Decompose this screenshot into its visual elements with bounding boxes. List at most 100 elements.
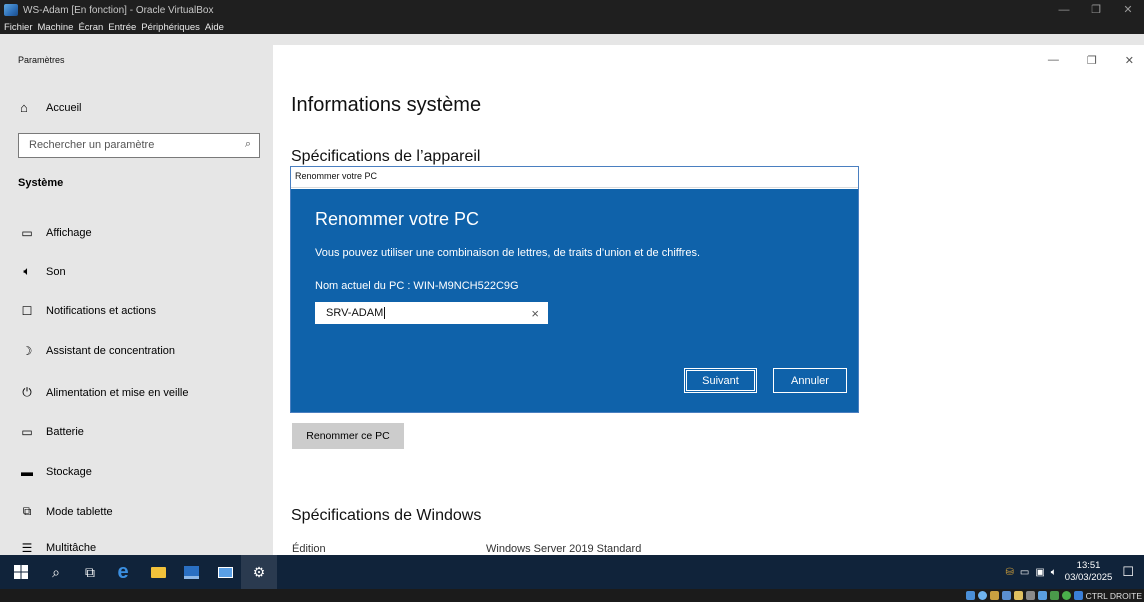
sidebar-item-affichage[interactable]: ▭ Affichage bbox=[20, 226, 92, 240]
rename-pc-button[interactable]: Renommer ce PC bbox=[292, 423, 404, 449]
volume-muted-icon[interactable]: 🔈︎ bbox=[1051, 567, 1057, 578]
mouse-integration-icon[interactable] bbox=[1073, 591, 1083, 600]
settings-window-title: Paramètres bbox=[18, 55, 65, 65]
sidebar-item-tablette[interactable]: ⧉ Mode tablette bbox=[20, 504, 113, 519]
sidebar-item-label: Stockage bbox=[46, 466, 92, 478]
menu-aide[interactable]: Aide bbox=[205, 22, 224, 33]
sidebar-item-multitache[interactable]: ☰ Multitâche bbox=[20, 541, 97, 555]
menu-peripheriques[interactable]: Périphériques bbox=[141, 22, 200, 33]
sidebar-item-label: Notifications et actions bbox=[46, 305, 157, 317]
sidebar-item-label: Son bbox=[46, 265, 66, 278]
dialog-title-bar: Renommer votre PC bbox=[291, 167, 858, 188]
new-pc-name-value: SRV-ADAM bbox=[326, 307, 384, 319]
battery-icon: ▭ bbox=[21, 425, 33, 439]
sidebar-item-son[interactable]: 🔈︎ Son bbox=[20, 264, 66, 279]
tablet-icon: ⧉ bbox=[22, 504, 32, 518]
menu-entree[interactable]: Entrée bbox=[108, 22, 136, 33]
keyboard-icon[interactable]: ▭ bbox=[1020, 567, 1029, 578]
new-pc-name-input[interactable]: SRV-ADAM × bbox=[315, 302, 548, 324]
vbox-window-controls: — ❐ ✕ bbox=[1048, 0, 1144, 20]
start-button[interactable] bbox=[5, 555, 37, 589]
home-icon: ⌂ bbox=[20, 100, 28, 115]
sidebar-item-label: Assistant de concentration bbox=[46, 345, 176, 357]
vbox-menu-bar: Fichier Machine Écran Entrée Périphériqu… bbox=[0, 20, 1144, 34]
hard-disk-icon[interactable] bbox=[965, 591, 975, 600]
network-icon[interactable]: ▣ bbox=[1035, 567, 1044, 578]
action-center-icon[interactable]: ☐ bbox=[1122, 564, 1134, 580]
taskbar: ⌕ ⧉ e ⚙ ⛁ ▭ ▣ 🔈︎ 13:51 03/03/2025 ☐ bbox=[0, 555, 1144, 589]
nav-home[interactable]: ⌂ Accueil bbox=[20, 100, 81, 115]
edition-label: Édition bbox=[292, 543, 326, 555]
clock-time: 13:51 bbox=[1076, 560, 1101, 571]
powershell-icon[interactable] bbox=[209, 555, 241, 589]
windows-icon bbox=[14, 565, 28, 579]
server-manager-icon[interactable] bbox=[175, 555, 207, 589]
sidebar-item-stockage[interactable]: ▬ Stockage bbox=[20, 465, 92, 479]
usb-icon[interactable] bbox=[1013, 591, 1023, 600]
minimize-icon[interactable]: — bbox=[1048, 54, 1059, 67]
display-icon[interactable] bbox=[1037, 591, 1047, 600]
search-placeholder: Rechercher un paramètre bbox=[29, 139, 155, 151]
audio-icon[interactable] bbox=[989, 591, 999, 600]
sidebar-item-label: Multitâche bbox=[46, 542, 97, 554]
minimize-icon[interactable]: — bbox=[1048, 0, 1080, 20]
cpu-icon[interactable] bbox=[1061, 591, 1071, 600]
settings-gear-icon[interactable]: ⚙ bbox=[241, 555, 277, 589]
clear-icon[interactable]: × bbox=[531, 306, 539, 321]
sidebar-item-label: Affichage bbox=[46, 227, 92, 239]
search-icon: ⌕ bbox=[244, 138, 251, 150]
recording-icon[interactable] bbox=[1049, 591, 1059, 600]
cancel-button[interactable]: Annuler bbox=[773, 368, 847, 393]
maximize-icon[interactable]: ❐ bbox=[1087, 54, 1097, 67]
menu-fichier[interactable]: Fichier bbox=[4, 22, 33, 33]
file-explorer-icon[interactable] bbox=[142, 555, 174, 589]
sidebar-item-label: Batterie bbox=[46, 426, 84, 438]
power-icon: ⏻ bbox=[22, 385, 32, 399]
current-pc-name: Nom actuel du PC : WIN-M9NCH522C9G bbox=[315, 280, 519, 292]
shared-folders-icon[interactable] bbox=[1025, 591, 1035, 600]
task-view-icon[interactable]: ⧉ bbox=[74, 555, 106, 589]
notification-icon: ☐ bbox=[21, 304, 33, 318]
nav-home-label: Accueil bbox=[46, 101, 82, 114]
sidebar-item-label: Mode tablette bbox=[46, 505, 113, 518]
optical-drive-icon[interactable] bbox=[977, 591, 987, 600]
settings-title-strip bbox=[0, 34, 1144, 45]
virtualbox-icon bbox=[4, 4, 18, 16]
device-specs-heading: Spécifications de l’appareil bbox=[291, 148, 481, 165]
system-tray: ⛁ ▭ ▣ 🔈︎ 13:51 03/03/2025 ☐ bbox=[1006, 555, 1144, 589]
host-key-label: CTRL DROITE bbox=[1085, 590, 1142, 601]
sidebar-item-notifications[interactable]: ☐ Notifications et actions bbox=[20, 304, 156, 318]
multitask-icon: ☰ bbox=[21, 541, 33, 555]
edge-icon[interactable]: e bbox=[107, 555, 139, 589]
speaker-icon: 🔈︎ bbox=[23, 264, 31, 278]
sidebar-item-batterie[interactable]: ▭ Batterie bbox=[20, 425, 84, 439]
network-user-icon[interactable]: ⛁ bbox=[1006, 567, 1014, 578]
windows-specs-heading: Spécifications de Windows bbox=[291, 507, 482, 524]
page-title: Informations système bbox=[291, 94, 482, 116]
vbox-window-title: WS-Adam [En fonction] - Oracle VirtualBo… bbox=[23, 4, 214, 16]
dialog-info-text: Vous pouvez utiliser une combinaison de … bbox=[315, 247, 701, 259]
storage-icon: ▬ bbox=[21, 465, 33, 479]
search-input[interactable]: Rechercher un paramètre ⌕ bbox=[18, 133, 260, 158]
sidebar-item-concentration[interactable]: ☽ Assistant de concentration bbox=[20, 344, 175, 358]
edition-value: Windows Server 2019 Standard bbox=[486, 543, 642, 555]
menu-ecran[interactable]: Écran bbox=[78, 22, 103, 33]
clock[interactable]: 13:51 03/03/2025 bbox=[1065, 560, 1113, 584]
close-icon[interactable]: ✕ bbox=[1112, 0, 1144, 20]
vbox-title-bar: WS-Adam [En fonction] - Oracle VirtualBo… bbox=[0, 0, 1144, 20]
vbox-status-bar: CTRL DROITE bbox=[0, 589, 1144, 602]
monitor-icon: ▭ bbox=[21, 226, 33, 240]
network-adapter-icon[interactable] bbox=[1001, 591, 1011, 600]
moon-icon: ☽ bbox=[21, 344, 33, 358]
next-button[interactable]: Suivant bbox=[684, 368, 757, 393]
menu-machine[interactable]: Machine bbox=[38, 22, 74, 33]
close-icon[interactable]: ✕ bbox=[1125, 54, 1134, 67]
search-icon[interactable]: ⌕ bbox=[40, 555, 72, 589]
sidebar-item-label: Alimentation et mise en veille bbox=[46, 386, 189, 399]
sidebar-item-alimentation[interactable]: ⏻ Alimentation et mise en veille bbox=[20, 385, 188, 400]
settings-window-controls: — ❐ ✕ bbox=[1048, 54, 1134, 67]
restore-icon[interactable]: ❐ bbox=[1080, 0, 1112, 20]
rename-dialog: Renommer votre PC Renommer votre PC Vous… bbox=[290, 166, 859, 413]
dialog-heading: Renommer votre PC bbox=[315, 209, 480, 229]
section-title: Système bbox=[18, 177, 64, 189]
